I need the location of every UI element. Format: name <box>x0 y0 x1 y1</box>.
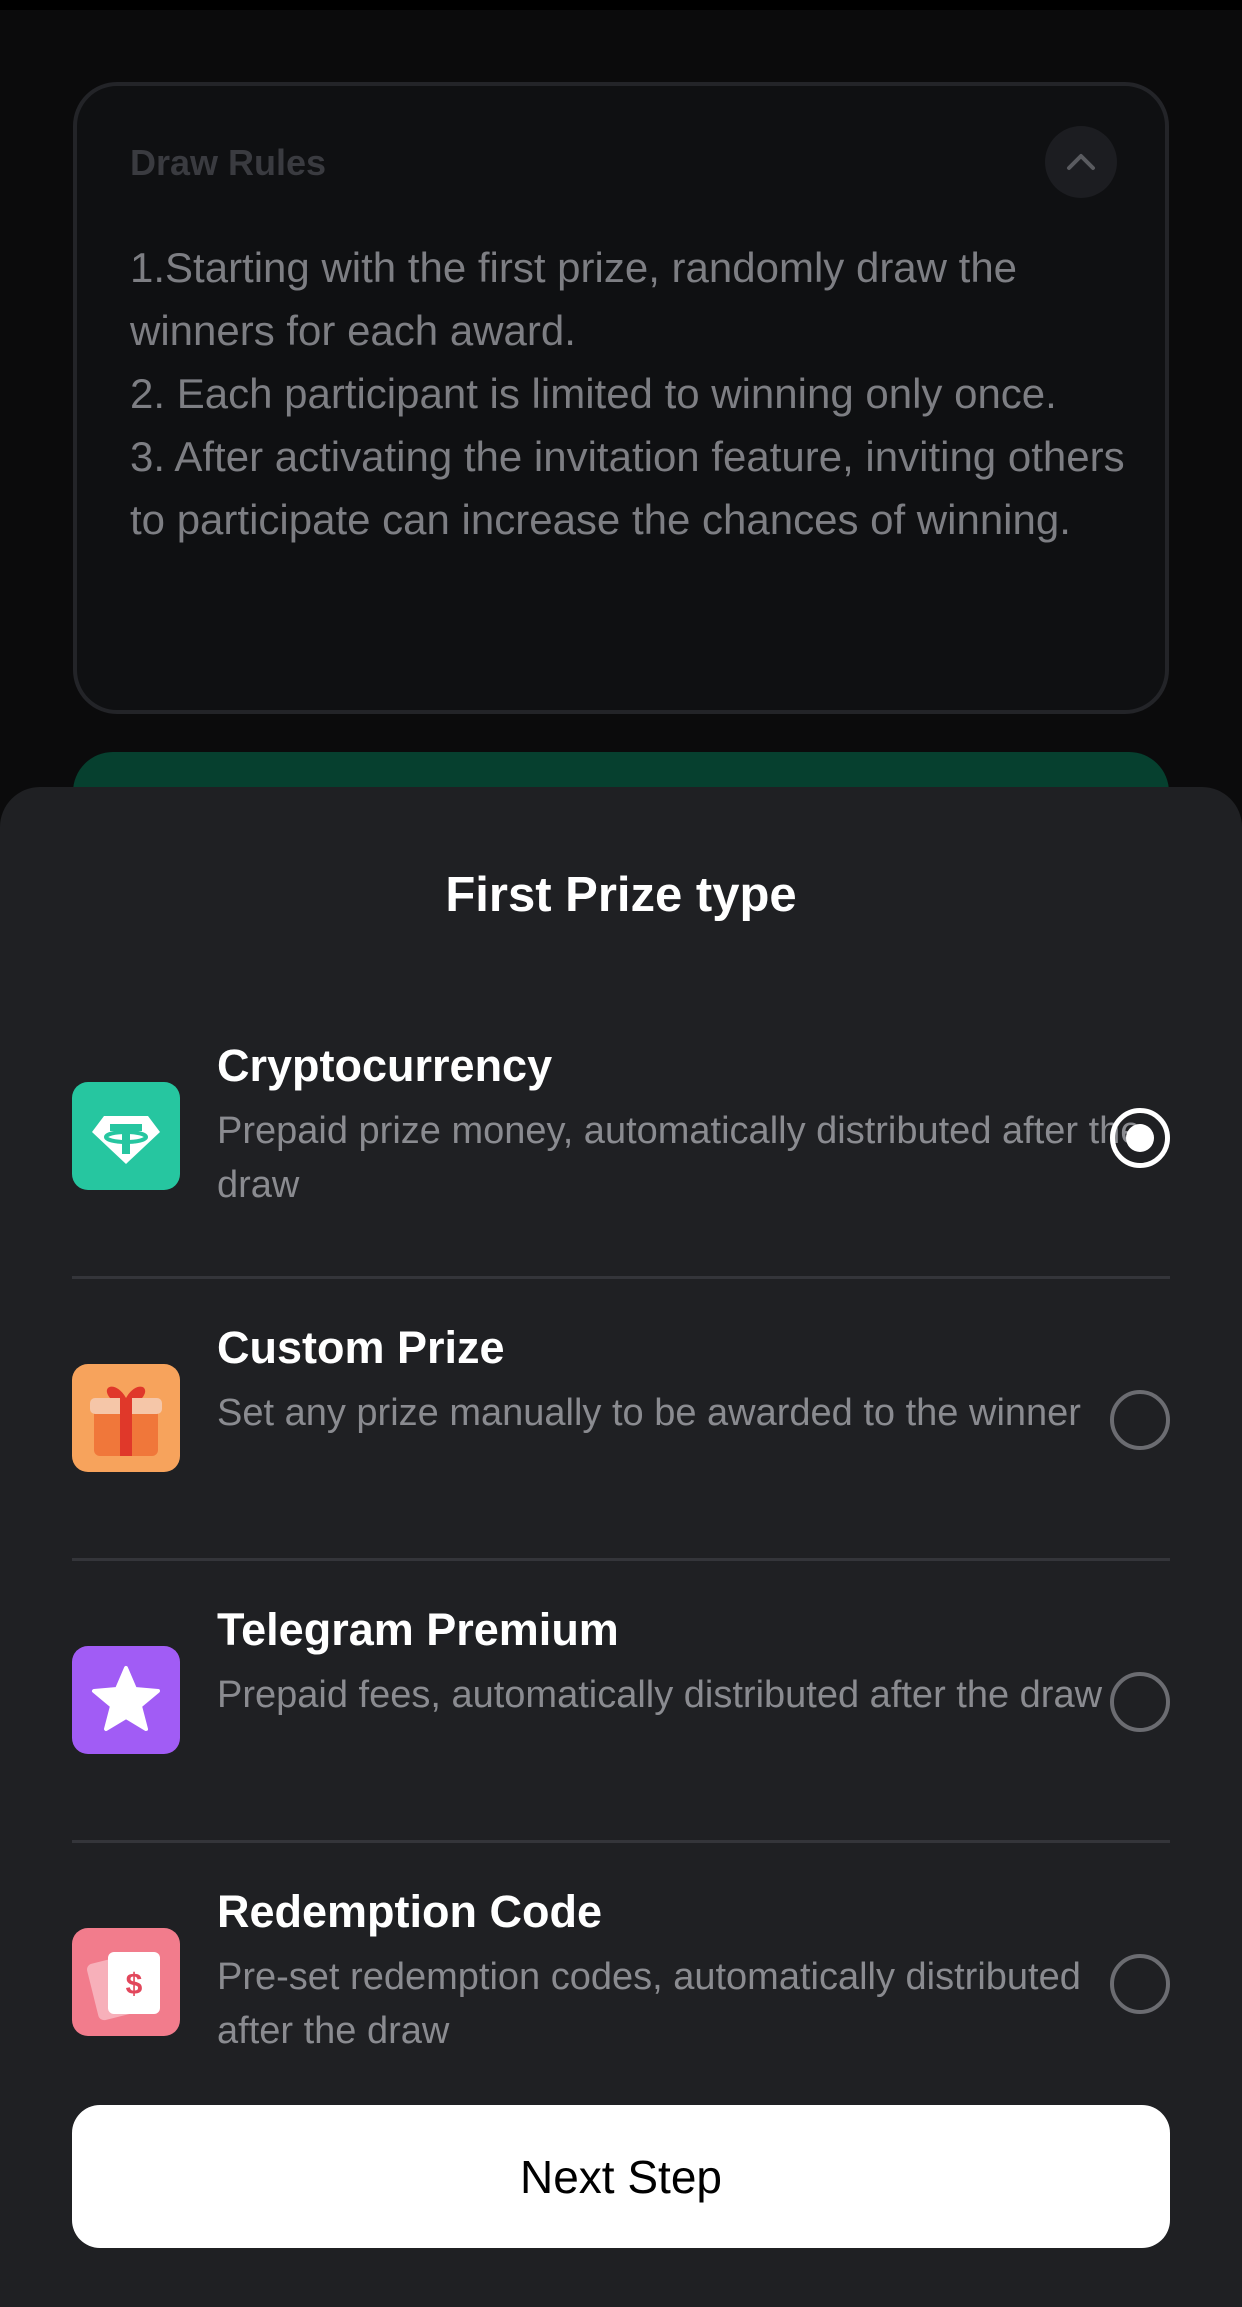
option-title: Custom Prize <box>217 1322 505 1373</box>
page: Draw Rules 1.Starting with the first pri… <box>0 0 1242 2307</box>
option-custom-prize[interactable]: Custom Prize Set any prize manually to b… <box>72 1279 1170 1561</box>
rule-line-2: 2. Each participant is limited to winnin… <box>130 370 1057 417</box>
next-step-button[interactable]: Next Step <box>72 2105 1170 2248</box>
rule-line-1: 1.Starting with the first prize, randoml… <box>130 244 1018 354</box>
sheet-title: First Prize type <box>445 868 797 922</box>
radio-unselected[interactable] <box>1110 1672 1170 1732</box>
option-title: Redemption Code <box>217 1886 603 1937</box>
radio-selected[interactable] <box>1110 1108 1170 1168</box>
prize-type-options: Cryptocurrency Prepaid prize money, auto… <box>72 997 1170 2125</box>
option-description: Prepaid prize money, automatically distr… <box>217 1110 1142 1206</box>
option-title: Cryptocurrency <box>217 1040 553 1091</box>
radio-unselected[interactable] <box>1110 1954 1170 2014</box>
option-description: Set any prize manually to be awarded to … <box>217 1392 1081 1434</box>
prize-type-sheet: First Prize type Cryptocurrency Prepaid … <box>0 787 1242 2307</box>
option-telegram-premium[interactable]: Telegram Premium Prepaid fees, automatic… <box>72 1561 1170 1843</box>
tether-icon <box>72 1082 180 1190</box>
status-strip <box>0 0 1242 10</box>
draw-rules-card: Draw Rules 1.Starting with the first pri… <box>73 82 1169 714</box>
draw-rules-collapse-button[interactable] <box>1045 126 1117 198</box>
option-redemption-code[interactable]: $ Redemption Code Pre-set redemption cod… <box>72 1843 1170 2125</box>
gift-icon <box>72 1364 180 1472</box>
option-cryptocurrency[interactable]: Cryptocurrency Prepaid prize money, auto… <box>72 997 1170 1279</box>
option-description: Prepaid fees, automatically distributed … <box>217 1674 1103 1716</box>
chevron-up-icon <box>1067 154 1095 170</box>
option-title: Telegram Premium <box>217 1604 619 1655</box>
draw-rules-title: Draw Rules <box>130 142 327 183</box>
draw-rules-text: 1.Starting with the first prize, randoml… <box>130 236 1130 551</box>
svg-text:$: $ <box>126 1968 143 2001</box>
star-icon <box>72 1646 180 1754</box>
rule-line-3: 3. After activating the invitation featu… <box>130 433 1125 543</box>
option-description: Pre-set redemption codes, automatically … <box>217 1956 1081 2052</box>
radio-unselected[interactable] <box>1110 1390 1170 1450</box>
redemption-ticket-icon: $ <box>72 1928 180 2036</box>
